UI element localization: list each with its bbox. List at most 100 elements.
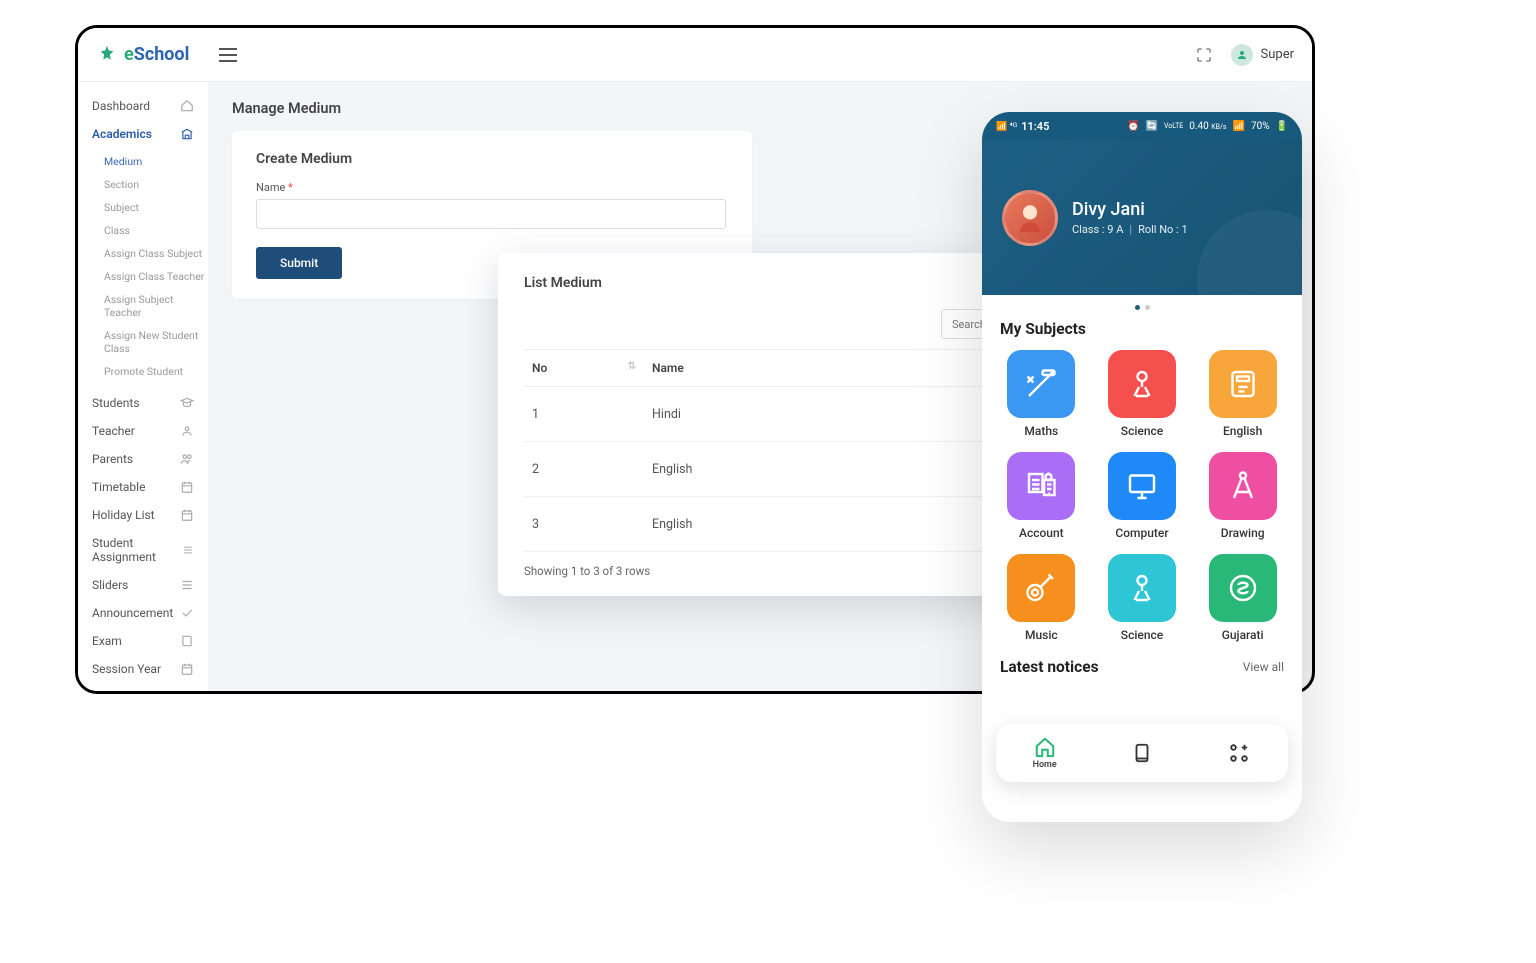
subject-label: Gujarati [1201, 628, 1284, 642]
dot-2[interactable] [1145, 305, 1150, 310]
compass-icon [1225, 468, 1261, 504]
nav-library[interactable] [1093, 724, 1190, 782]
subject-tile [1209, 554, 1277, 622]
sidebar-item-session-year[interactable]: Session Year [78, 655, 208, 683]
subject-tile [1209, 350, 1277, 418]
user-menu[interactable]: Super [1231, 44, 1294, 66]
volte-icon: VoLTE [1164, 122, 1183, 130]
sidebar-item-holiday-list[interactable]: Holiday List [78, 501, 208, 529]
sidebar-item-sliders[interactable]: Sliders [78, 571, 208, 599]
view-all-link[interactable]: View all [1243, 660, 1284, 674]
sidebar-item-label: Students [92, 396, 140, 410]
subject-drawing[interactable]: Drawing [1201, 452, 1284, 540]
nav-home-label: Home [1033, 760, 1057, 770]
sidebar-item-label: Teacher [92, 424, 135, 438]
sidebar-item-dashboard[interactable]: Dashboard [78, 92, 208, 120]
cell-name: English [644, 442, 982, 497]
subnav-item-section[interactable]: Section [104, 173, 208, 196]
guitar-icon [1023, 570, 1059, 606]
sidebar-item-announcement[interactable]: Announcement [78, 599, 208, 627]
col-name[interactable]: Name [644, 350, 982, 387]
subject-computer[interactable]: Computer [1101, 452, 1184, 540]
subject-tile [1108, 554, 1176, 622]
subnav-item-assign-class-subject[interactable]: Assign Class Subject [104, 242, 208, 265]
subject-gujarati[interactable]: Gujarati [1201, 554, 1284, 642]
sidebar-item-teacher[interactable]: Teacher [78, 417, 208, 445]
book-icon [180, 634, 194, 648]
subnav-item-medium[interactable]: Medium [104, 150, 208, 173]
carousel-dots[interactable] [982, 295, 1302, 316]
sidebar-item-label: Academics [92, 127, 152, 141]
col-no[interactable]: No⇅ [524, 350, 644, 387]
nav-home[interactable]: Home [996, 724, 1093, 782]
menu-toggle-icon[interactable] [219, 48, 237, 62]
subject-english[interactable]: English [1201, 350, 1284, 438]
subject-label: English [1201, 424, 1284, 438]
gear-icon [180, 690, 194, 691]
sidebar-item-students[interactable]: Students [78, 389, 208, 417]
subject-tile [1209, 452, 1277, 520]
home-icon [1034, 736, 1056, 758]
subject-tile [1007, 350, 1075, 418]
apps-icon [1228, 742, 1250, 764]
subject-label: Music [1000, 628, 1083, 642]
topbar: eSchool Super [78, 28, 1312, 82]
check-icon [180, 606, 194, 620]
sidebar-item-parents[interactable]: Parents [78, 445, 208, 473]
subject-science[interactable]: Science [1101, 554, 1184, 642]
sidebar-item-student-assignment[interactable]: Student Assignment [78, 529, 208, 571]
sidebar: Dashboard Academics MediumSectionSubjectCl… [78, 82, 208, 691]
account-icon [1023, 468, 1059, 504]
cell-no: 2 [524, 442, 644, 497]
user-role-label: Super [1261, 47, 1294, 62]
subnav-item-assign-class-teacher[interactable]: Assign Class Teacher [104, 265, 208, 288]
subject-tile [1007, 452, 1075, 520]
sidebar-item-timetable[interactable]: Timetable [78, 473, 208, 501]
sidebar-item-label: Student Assignment [92, 536, 182, 564]
name-input[interactable] [256, 199, 726, 229]
profile-avatar[interactable] [1002, 190, 1058, 246]
sidebar-item-label: Parents [92, 452, 133, 466]
calendar-icon [180, 508, 194, 522]
profile-meta: Class : 9 A|Roll No : 1 [1072, 223, 1188, 236]
microscope-icon [1124, 366, 1160, 402]
cell-no: 3 [524, 497, 644, 552]
sidebar-item-academics[interactable]: Academics [78, 120, 208, 148]
subnav-item-assign-subject-teacher[interactable]: Assign Subject Teacher [104, 288, 208, 324]
subject-label: Account [1000, 526, 1083, 540]
book-icon [1131, 742, 1153, 764]
signal-icon: 📶 ⁴ᴳ [996, 121, 1017, 132]
name-label: Name * [256, 181, 728, 194]
dot-1[interactable] [1135, 305, 1140, 310]
book-eng-icon [1225, 366, 1261, 402]
home-icon [180, 99, 194, 113]
subject-music[interactable]: Music [1000, 554, 1083, 642]
sidebar-item-system-settings[interactable]: System Settings [78, 683, 208, 691]
app-logo[interactable]: eSchool [96, 44, 189, 66]
list-icon [182, 543, 194, 557]
nav-apps[interactable] [1191, 724, 1288, 782]
subject-maths[interactable]: Maths [1000, 350, 1083, 438]
subject-label: Maths [1000, 424, 1083, 438]
calendar-icon [180, 480, 194, 494]
subnav-item-promote-student[interactable]: Promote Student [104, 360, 208, 383]
fullscreen-icon[interactable] [1195, 46, 1213, 64]
logo-icon [96, 44, 118, 66]
sidebar-item-label: Sliders [92, 578, 128, 592]
submit-button[interactable]: Submit [256, 247, 342, 279]
grad-icon [180, 396, 194, 410]
cell-no: 1 [524, 387, 644, 442]
subnav-item-assign-new-student-class[interactable]: Assign New Student Class [104, 324, 208, 360]
sidebar-item-label: Timetable [92, 480, 145, 494]
gujarati-icon [1225, 570, 1261, 606]
subject-label: Science [1101, 628, 1184, 642]
subnav-item-class[interactable]: Class [104, 219, 208, 242]
phone-status-bar: 📶 ⁴ᴳ 11:45 ⏰ 🔄 VoLTE 0.40 KB/s 📶 70% 🔋 [982, 112, 1302, 140]
sidebar-item-exam[interactable]: Exam [78, 627, 208, 655]
subject-account[interactable]: Account [1000, 452, 1083, 540]
list-icon [180, 578, 194, 592]
maths-icon [1023, 366, 1059, 402]
status-time: 11:45 [1021, 120, 1049, 133]
subnav-item-subject[interactable]: Subject [104, 196, 208, 219]
subject-science[interactable]: Science [1101, 350, 1184, 438]
